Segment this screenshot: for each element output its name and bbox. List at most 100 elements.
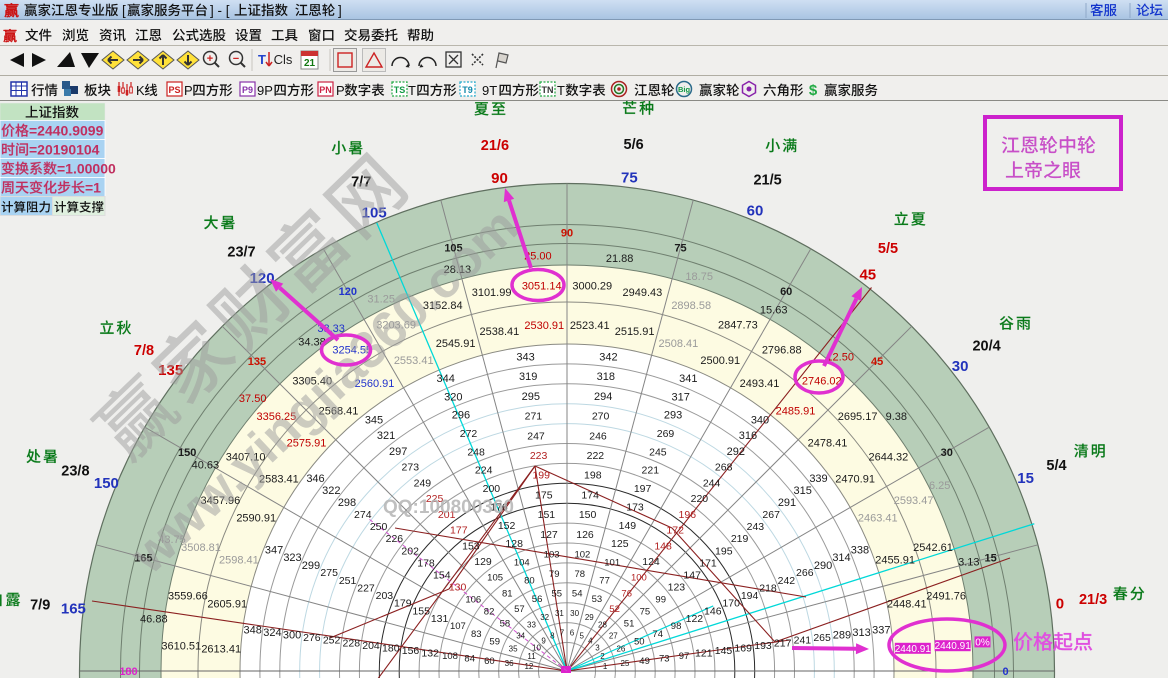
svg-text:27: 27 bbox=[609, 631, 618, 640]
svg-text:147: 147 bbox=[683, 570, 701, 582]
svg-text:5/5: 5/5 bbox=[878, 241, 898, 257]
svg-text:224: 224 bbox=[475, 465, 493, 477]
svg-text:246: 246 bbox=[589, 430, 607, 442]
svg-text:276: 276 bbox=[303, 632, 321, 644]
svg-text:P9: P9 bbox=[242, 85, 253, 95]
svg-text:[: [ bbox=[122, 3, 126, 18]
svg-text:131: 131 bbox=[431, 613, 449, 625]
svg-text:75: 75 bbox=[621, 169, 638, 186]
svg-text:26: 26 bbox=[616, 645, 625, 654]
svg-text:289: 289 bbox=[833, 630, 851, 642]
svg-text:228: 228 bbox=[343, 637, 361, 649]
svg-text:169: 169 bbox=[734, 643, 752, 655]
svg-text:180: 180 bbox=[119, 666, 137, 678]
svg-text:344: 344 bbox=[437, 373, 455, 385]
svg-text:120: 120 bbox=[339, 286, 357, 298]
svg-text:269: 269 bbox=[657, 428, 675, 440]
svg-text:220: 220 bbox=[691, 493, 709, 505]
svg-text:2508.41: 2508.41 bbox=[659, 338, 699, 350]
svg-text:124: 124 bbox=[642, 556, 660, 568]
svg-text:323: 323 bbox=[283, 552, 301, 564]
svg-text:101: 101 bbox=[604, 557, 620, 568]
svg-text:152: 152 bbox=[498, 520, 516, 532]
svg-text:251: 251 bbox=[339, 575, 357, 587]
svg-text:33: 33 bbox=[527, 621, 536, 630]
svg-text:P: P bbox=[184, 83, 193, 98]
svg-text:PS: PS bbox=[168, 85, 180, 95]
svg-text:6.25: 6.25 bbox=[929, 480, 950, 492]
svg-text:194: 194 bbox=[741, 590, 759, 602]
svg-text:105: 105 bbox=[487, 573, 503, 584]
svg-text:51: 51 bbox=[624, 619, 635, 630]
svg-text:321: 321 bbox=[377, 430, 395, 442]
svg-text:346: 346 bbox=[306, 473, 324, 485]
svg-text:146: 146 bbox=[704, 605, 722, 617]
svg-text:341: 341 bbox=[679, 373, 697, 385]
svg-text:15: 15 bbox=[1017, 470, 1034, 487]
svg-text:171: 171 bbox=[699, 558, 717, 570]
svg-text:2515.91: 2515.91 bbox=[615, 326, 655, 338]
svg-text:8: 8 bbox=[550, 631, 555, 640]
svg-text:2542.61: 2542.61 bbox=[913, 542, 953, 554]
svg-text:29: 29 bbox=[585, 613, 594, 622]
svg-text:102: 102 bbox=[574, 549, 590, 560]
svg-text:203: 203 bbox=[376, 590, 394, 602]
svg-text:36: 36 bbox=[505, 659, 514, 668]
svg-text:45: 45 bbox=[859, 267, 876, 284]
svg-text:97: 97 bbox=[679, 651, 690, 662]
svg-text:5/4: 5/4 bbox=[1046, 458, 1066, 474]
svg-text:$: $ bbox=[809, 82, 818, 99]
svg-text:23/7: 23/7 bbox=[227, 244, 255, 260]
svg-text:31: 31 bbox=[555, 609, 564, 618]
svg-text:342: 342 bbox=[599, 352, 617, 364]
svg-text:340: 340 bbox=[751, 414, 769, 426]
svg-text:153: 153 bbox=[462, 540, 480, 552]
svg-text:79: 79 bbox=[549, 569, 560, 580]
svg-text:2796.88: 2796.88 bbox=[762, 345, 802, 357]
svg-text:250: 250 bbox=[370, 521, 388, 533]
svg-text:45: 45 bbox=[871, 356, 883, 368]
svg-text:313: 313 bbox=[852, 627, 870, 639]
svg-text:173: 173 bbox=[626, 502, 644, 514]
svg-text:56: 56 bbox=[532, 594, 543, 605]
svg-text:2695.17: 2695.17 bbox=[838, 411, 878, 423]
svg-text:227: 227 bbox=[357, 582, 375, 594]
svg-text:60: 60 bbox=[484, 656, 495, 667]
svg-text:299: 299 bbox=[302, 560, 320, 572]
svg-text:−: − bbox=[233, 53, 239, 65]
svg-text:90: 90 bbox=[491, 170, 508, 187]
svg-text:21/5: 21/5 bbox=[753, 172, 781, 188]
svg-text:3000.29: 3000.29 bbox=[572, 280, 612, 292]
svg-text:3610.51: 3610.51 bbox=[161, 641, 201, 653]
svg-text:5/6: 5/6 bbox=[624, 137, 644, 153]
svg-text:P: P bbox=[336, 83, 345, 98]
svg-text:298: 298 bbox=[338, 497, 356, 509]
svg-text:] - [: ] - [ bbox=[210, 3, 230, 18]
svg-text:149: 149 bbox=[619, 520, 637, 532]
svg-text:9.38: 9.38 bbox=[886, 411, 907, 423]
svg-text:125: 125 bbox=[611, 538, 629, 550]
svg-text:155: 155 bbox=[412, 605, 430, 617]
svg-text:5: 5 bbox=[579, 631, 584, 640]
svg-text:32: 32 bbox=[540, 613, 549, 622]
svg-text:339: 339 bbox=[809, 473, 827, 485]
svg-text:2523.41: 2523.41 bbox=[570, 320, 610, 332]
svg-text:2491.76: 2491.76 bbox=[926, 591, 966, 603]
svg-text:180: 180 bbox=[382, 643, 400, 655]
svg-text:193: 193 bbox=[754, 640, 772, 652]
svg-text:252: 252 bbox=[323, 635, 341, 647]
svg-text:275: 275 bbox=[320, 567, 338, 579]
svg-text:314: 314 bbox=[832, 552, 850, 564]
svg-text:2949.43: 2949.43 bbox=[623, 287, 663, 299]
svg-text:81: 81 bbox=[502, 589, 513, 600]
svg-text:3101.99: 3101.99 bbox=[472, 287, 512, 299]
svg-text:197: 197 bbox=[634, 483, 652, 495]
svg-text:Big: Big bbox=[678, 85, 691, 94]
svg-text:296: 296 bbox=[452, 410, 470, 422]
svg-text:30: 30 bbox=[570, 609, 579, 618]
svg-text:2644.32: 2644.32 bbox=[869, 451, 909, 463]
svg-text:150: 150 bbox=[579, 509, 597, 521]
svg-text:132: 132 bbox=[421, 648, 439, 660]
svg-text:122: 122 bbox=[686, 613, 704, 625]
svg-text:175: 175 bbox=[535, 489, 553, 501]
